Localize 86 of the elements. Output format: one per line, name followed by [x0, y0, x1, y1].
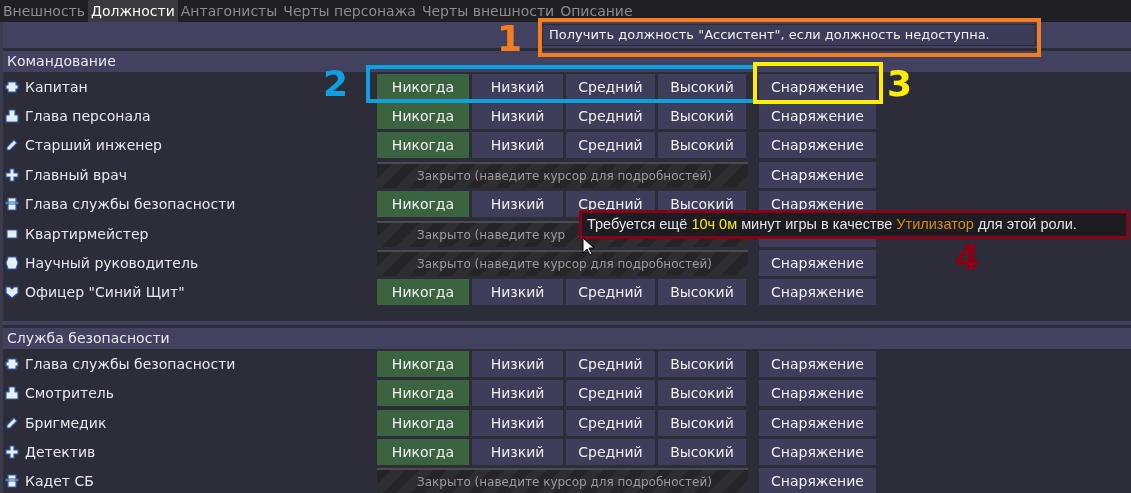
priority-button[interactable]: Средний	[566, 132, 655, 159]
fallback-dropdown[interactable]: Получить должность "Ассистент", если должность недоступна.	[542, 24, 1036, 46]
priority-button[interactable]: Никогда	[377, 409, 469, 436]
tab[interactable]: Внешность	[0, 0, 88, 22]
job-name: Научный руководитель	[25, 255, 199, 272]
job-name: Детектив	[25, 444, 96, 460]
job-name: Главный врач	[25, 166, 128, 183]
priority-button[interactable]: Низкий	[472, 191, 563, 218]
priority-button[interactable]: Никогда	[377, 439, 469, 465]
job-badge-icon	[5, 256, 19, 271]
priority-button[interactable]: Средний	[566, 103, 655, 130]
job-badge-icon	[5, 445, 19, 459]
equipment-button[interactable]: Снаряжение	[759, 380, 876, 407]
equipment-button[interactable]: Снаряжение	[759, 103, 876, 130]
priority-button[interactable]: Средний	[566, 73, 655, 100]
equipment-button[interactable]: Снаряжение	[759, 350, 876, 377]
tooltip: Требуется ещё 10ч 0м минут игры в качестве Утилизатор для этой роли.	[579, 210, 1129, 239]
equipment-button[interactable]: Снаряжение	[759, 439, 876, 465]
job-badge-icon	[5, 138, 19, 153]
job-name: Глава службы безопасности	[25, 196, 236, 213]
job-name: Смотритель	[25, 385, 114, 402]
job-name: Глава персонала	[25, 108, 151, 125]
job-name: Кадет СБ	[25, 473, 94, 490]
priority-button[interactable]: Низкий	[472, 409, 563, 436]
priority-button[interactable]: Высокий	[658, 132, 746, 159]
locked-text: Закрыто (наведите курсор для подробностей)	[417, 168, 712, 183]
equipment-button[interactable]: Снаряжение	[759, 279, 876, 306]
priority-button[interactable]: Никогда	[377, 73, 469, 100]
priority-button[interactable]: Высокий	[658, 439, 746, 465]
tab[interactable]: Черты персонажа	[280, 0, 419, 22]
priority-button[interactable]: Средний	[566, 409, 655, 436]
priority-button[interactable]: Высокий	[658, 279, 746, 306]
job-badge-icon	[5, 285, 19, 300]
job-badge-icon	[5, 226, 19, 241]
priority-button[interactable]: Высокий	[658, 73, 746, 100]
job-name: Глава службы безопасности	[25, 355, 236, 372]
job-badge-icon	[5, 386, 19, 401]
priority-button[interactable]: Никогда	[377, 279, 469, 306]
equipment-button[interactable]: Снаряжение	[759, 250, 876, 277]
job-badge-icon	[5, 167, 19, 182]
priority-button[interactable]: Высокий	[658, 380, 746, 407]
priority-button[interactable]: Средний	[566, 279, 655, 306]
job-badge-icon	[5, 415, 19, 430]
priority-button[interactable]: Никогда	[377, 191, 469, 218]
priority-button[interactable]: Низкий	[472, 350, 563, 377]
priority-button[interactable]: Низкий	[472, 132, 563, 159]
job-name: Капитан	[25, 78, 88, 95]
job-name: Квартирмейстер	[25, 225, 149, 242]
priority-button[interactable]: Никогда	[377, 380, 469, 407]
job-name: Бригмедик	[25, 414, 107, 431]
mouse-cursor-icon	[582, 237, 594, 256]
equipment-button[interactable]: Снаряжение	[759, 161, 876, 188]
locked-text: Закрыто (наведите курсор для подробностей)	[417, 257, 712, 272]
priority-button[interactable]: Высокий	[658, 409, 746, 436]
tab[interactable]: Антагонисты	[177, 0, 281, 22]
priority-button[interactable]: Низкий	[472, 73, 563, 100]
tab[interactable]: Описание	[557, 0, 636, 22]
job-badge-icon	[5, 197, 19, 212]
tab[interactable]: Должности	[88, 0, 178, 22]
equipment-button[interactable]: Снаряжение	[759, 468, 876, 493]
priority-button[interactable]: Низкий	[472, 103, 563, 130]
job-badge-icon	[5, 79, 19, 94]
priority-button[interactable]: Низкий	[472, 279, 563, 306]
locked-text: Закрыто (наведите кур	[417, 227, 566, 242]
priority-button[interactable]: Никогда	[377, 132, 469, 159]
priority-button[interactable]: Средний	[566, 380, 655, 407]
job-badge-icon	[5, 474, 19, 489]
priority-button[interactable]: Высокий	[658, 103, 746, 130]
priority-button[interactable]: Никогда	[377, 350, 469, 377]
priority-button[interactable]: Средний	[566, 350, 655, 377]
job-name: Офицер "Синий Щит"	[25, 284, 185, 301]
priority-button[interactable]: Средний	[566, 439, 655, 465]
priority-button[interactable]: Высокий	[658, 350, 746, 377]
priority-button[interactable]: Низкий	[472, 380, 563, 407]
annotation-number: 4	[955, 240, 981, 276]
job-name: Старший инженер	[25, 137, 162, 154]
job-badge-icon	[5, 356, 19, 371]
equipment-button[interactable]: Снаряжение	[759, 132, 876, 159]
locked-text: Закрыто (наведите курсор для подробностей)	[417, 475, 712, 490]
equipment-button[interactable]: Снаряжение	[759, 73, 876, 100]
tab[interactable]: Черты внешности	[418, 0, 558, 22]
section-header: Служба безопасности	[3, 328, 1131, 350]
job-badge-icon	[5, 109, 19, 124]
priority-button[interactable]: Низкий	[472, 439, 563, 465]
equipment-button[interactable]: Снаряжение	[759, 409, 876, 436]
priority-button[interactable]: Никогда	[377, 103, 469, 130]
